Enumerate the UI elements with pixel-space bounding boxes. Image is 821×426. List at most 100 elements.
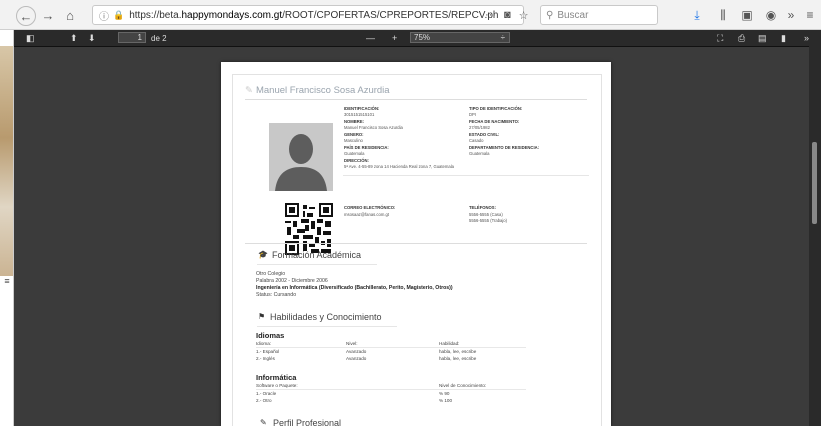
formacion-status: Status: Cursando — [256, 292, 297, 298]
hamburger-menu-icon[interactable]: ≡ — [801, 5, 819, 25]
telefonos-label: TELÉFONOS: — [469, 205, 496, 210]
home-button[interactable]: ⌂ — [60, 5, 80, 25]
tipo-value: DPI — [469, 112, 476, 117]
pdf-page: ✎ Manuel Francisco Sosa Azurdia IDENTIFIC… — [221, 62, 611, 426]
estado-label: ESTADO CIVIL: — [469, 132, 500, 137]
search-icon: ⚲ — [546, 9, 554, 21]
habilidades-title: Habilidades y Conocimiento — [270, 312, 382, 322]
genero-label: GENERO: — [344, 132, 364, 137]
correo-value: msosaaz@fanas.com.gt — [344, 212, 389, 217]
scrollbar-track[interactable] — [809, 46, 821, 426]
lock-icon: 🔒 — [113, 9, 125, 20]
identificacion-label: IDENTIFICACIÓN: — [344, 106, 380, 111]
telefono-1: 5556-5555 (Casa) — [469, 212, 503, 217]
telefono-2: 5556-5555 (Trabajo) — [469, 218, 508, 223]
library-icon[interactable]: ⫼ — [714, 5, 732, 25]
person-silhouette-icon — [269, 123, 333, 191]
idiomas-header: Idioma: — [256, 341, 272, 346]
bookmark-icon[interactable]: ▮ — [781, 31, 786, 45]
table-cell: 2.- Otro — [256, 398, 272, 403]
cv-card: ✎ Manuel Francisco Sosa Azurdia IDENTIFIC… — [232, 74, 602, 426]
reader-view-icon[interactable]: ▣ — [738, 5, 756, 25]
zoom-caret: ÷ — [500, 33, 505, 42]
page-number-input[interactable]: 1 — [118, 32, 146, 43]
estado-value: Casado — [469, 138, 484, 143]
sidebar-toggle-icon[interactable]: ◧ — [26, 31, 35, 45]
pocket-icon[interactable]: ◙ — [504, 9, 511, 21]
url-path: /ROOT/CPOFERTAS/CPREPORTES/REPCV.ph — [282, 9, 499, 21]
divider — [257, 264, 377, 265]
nombre-label: NOMBRE: — [344, 119, 365, 124]
fecha-value: 27/05/1982 — [469, 125, 490, 130]
direccion-label: DIRECCIÓN: — [344, 158, 369, 163]
informatica-header: Nivel de Conocimiento: — [439, 383, 487, 388]
forward-button[interactable]: → — [38, 5, 58, 25]
url-field[interactable]: ⓘ 🔒 https://beta. happymondays.com.gt/ROO… — [92, 5, 524, 25]
zoom-in-button[interactable]: + — [392, 31, 397, 45]
browser-toolbar: ← → ⌂ ⓘ 🔒 https://beta. happymondays.com.… — [0, 0, 821, 30]
tipo-label: TIPO DE IDENTIFICACIÓN: — [469, 106, 523, 111]
back-button[interactable]: ← — [16, 6, 36, 26]
info-icon[interactable]: ⓘ — [99, 8, 109, 23]
download-icon[interactable]: ⤓ — [688, 5, 706, 25]
pais-label: PAÍS DE RESIDENCIA: — [344, 145, 389, 150]
idiomas-title: Idiomas — [256, 331, 285, 340]
identificacion-value: 3015151515101 — [344, 112, 375, 117]
background-photo — [0, 46, 13, 276]
background-window-strip: ≡ — [0, 30, 14, 426]
table-cell: % 90 — [439, 391, 450, 396]
avatar — [269, 123, 333, 191]
bookmark-star-icon[interactable]: ☆ — [519, 9, 529, 22]
depto-value: Guatemala — [469, 151, 490, 156]
presentation-mode-icon[interactable]: ⛶ — [717, 31, 723, 45]
print-icon[interactable]: ⎙ — [738, 31, 745, 45]
fecha-label: FECHA DE NACIMIENTO: — [469, 119, 520, 124]
table-cell: 1.- Español — [256, 349, 280, 354]
cv-name-text: Manuel Francisco Sosa Azurdia — [255, 85, 390, 96]
scrollbar-thumb[interactable] — [812, 142, 817, 224]
url-actions: ··· ◙ ☆ — [485, 5, 529, 25]
direccion-value: 5ª Ave. 4-55-89 zona 14 Hacienda Real zo… — [344, 164, 454, 169]
divider — [256, 389, 526, 390]
zoom-value: 75% — [414, 33, 431, 42]
overflow-menu-button[interactable]: » — [782, 5, 800, 25]
briefcase-icon: ✎ — [260, 418, 267, 426]
zoom-out-button[interactable]: — — [366, 31, 375, 45]
pdf-toolbar: ◧ ⬆ ⬇ 1 de 2 — + 75% ÷ ⛶ ⎙ ▤ ▮ » — [14, 30, 821, 47]
table-cell: Avanzado — [346, 349, 367, 354]
formacion-period: Palabra 2002 - Diciembre 2006 — [256, 278, 328, 284]
page-actions-button[interactable]: ··· — [485, 9, 496, 21]
table-cell: habla, lee, escribe — [439, 349, 477, 354]
divider — [245, 99, 587, 100]
informatica-header: Software o Paquete: — [256, 383, 298, 388]
perfil-title: Perfil Profesional — [273, 418, 342, 426]
user-icon: ✎ — [245, 85, 253, 96]
menu-icon[interactable]: ≡ — [1, 276, 13, 290]
table-cell: 1.- Oracle — [256, 391, 277, 396]
divider — [343, 175, 589, 176]
qr-code — [285, 203, 333, 255]
table-cell: % 100 — [439, 398, 453, 403]
idiomas-header: Habilidad: — [439, 341, 460, 346]
correo-label: CORREO ELECTRÓNICO: — [344, 205, 396, 210]
search-input[interactable]: ⚲ Buscar — [540, 5, 658, 25]
next-page-icon[interactable]: ⬇ — [88, 31, 96, 45]
zoom-select[interactable]: 75% ÷ — [410, 32, 510, 43]
previous-page-icon[interactable]: ⬆ — [70, 31, 78, 45]
divider — [257, 326, 397, 327]
depto-label: DEPARTAMENTO DE RESIDENCIA: — [469, 145, 540, 150]
table-cell: 2.- Inglés — [256, 356, 275, 361]
extension-icon[interactable]: ◉ — [762, 5, 780, 25]
idiomas-header: Nivel: — [346, 341, 358, 346]
divider — [256, 347, 526, 348]
divider — [245, 243, 587, 244]
formacion-title: Formación Académica — [272, 250, 362, 260]
tools-overflow-button[interactable]: » — [804, 31, 809, 45]
informatica-title: Informática — [256, 373, 297, 382]
url-domain: happymondays.com.gt — [181, 9, 283, 21]
genero-value: Masculino — [344, 138, 363, 143]
formacion-degree: Ingeniería en Informática (Diversificado… — [256, 285, 453, 291]
save-icon[interactable]: ▤ — [758, 31, 767, 45]
page-count: de 2 — [151, 33, 167, 43]
url-prefix: https://beta. — [129, 9, 182, 21]
